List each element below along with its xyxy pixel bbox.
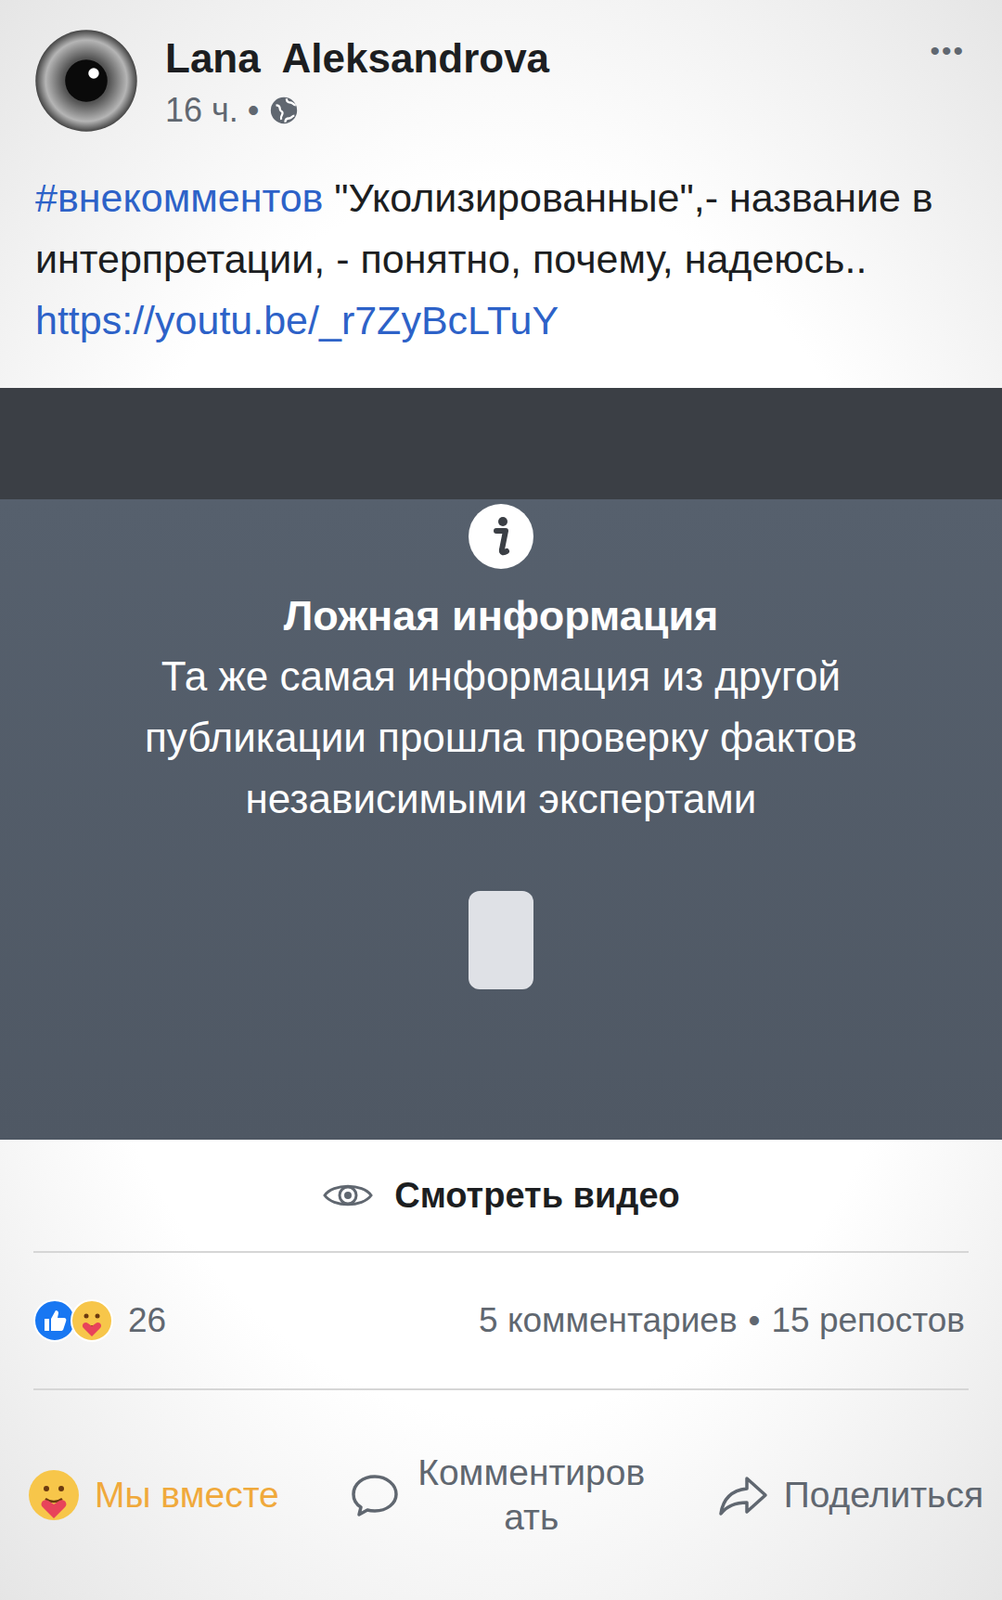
hashtag[interactable]: #внекомментов bbox=[35, 175, 323, 220]
action-bar: Мы вместе Комментировать Поделиться bbox=[0, 1389, 1002, 1600]
like-icon bbox=[33, 1298, 77, 1342]
post-header: Lana Aleksandrova16 ч.•••• bbox=[0, 0, 1002, 140]
divider bbox=[33, 1250, 969, 1253]
warning-title: Ложная информация bbox=[283, 588, 720, 644]
share-button[interactable]: Поделиться bbox=[715, 1466, 984, 1523]
meta-separator: • bbox=[247, 89, 260, 132]
stats-separator: • bbox=[748, 1300, 761, 1340]
author-name[interactable]: Lana Aleksandrova bbox=[165, 33, 904, 84]
watch-label: Смотреть видео bbox=[394, 1175, 681, 1216]
share-icon bbox=[715, 1466, 771, 1523]
post-text: #внекомментов "Уколизированные",- назван… bbox=[0, 139, 1002, 388]
info-icon bbox=[467, 502, 535, 570]
eye-avatar-icon[interactable] bbox=[33, 27, 140, 134]
post-info: Lana Aleksandrova 16 ч.• bbox=[165, 27, 904, 132]
post-time[interactable]: 16 ч. bbox=[165, 89, 239, 132]
care-icon bbox=[70, 1298, 114, 1342]
post-meta: 16 ч.• bbox=[165, 89, 904, 132]
divider bbox=[33, 1387, 969, 1390]
care-button[interactable]: Мы вместе bbox=[25, 1466, 280, 1523]
action-label: Мы вместе bbox=[94, 1474, 280, 1516]
video-warning: Ложная информацияТа же самая информация … bbox=[0, 387, 1002, 1140]
reactions[interactable]: 26 bbox=[33, 1298, 167, 1342]
care-icon bbox=[25, 1466, 82, 1523]
comment-share-counts: 5 комментариев•15 репостов bbox=[478, 1300, 965, 1340]
globe-icon bbox=[268, 94, 300, 127]
comment-icon bbox=[346, 1466, 403, 1523]
share-count[interactable]: 15 репостов bbox=[771, 1300, 965, 1340]
post-link[interactable]: https://youtu.be/_r7ZyBcLTuY bbox=[35, 289, 965, 351]
comment-count[interactable]: 5 комментариев bbox=[478, 1300, 738, 1340]
action-label: Поделиться bbox=[783, 1474, 984, 1516]
action-label: Комментировать bbox=[415, 1450, 648, 1540]
reaction-count: 26 bbox=[128, 1300, 167, 1340]
more-menu[interactable]: ••• bbox=[929, 27, 965, 67]
watch-video-button[interactable]: Смотреть видео bbox=[0, 1139, 1002, 1251]
warning-message: Та же самая информация из другой публика… bbox=[0, 645, 1002, 830]
scroll-indicator bbox=[468, 890, 534, 990]
comment-button[interactable]: Комментировать bbox=[346, 1450, 648, 1540]
facebook-post: Lana Aleksandrova16 ч.••••#внекомментов … bbox=[0, 0, 1002, 1600]
eye-icon bbox=[321, 1179, 374, 1211]
post-stats: 26 5 комментариев•15 репостов bbox=[0, 1252, 1002, 1388]
